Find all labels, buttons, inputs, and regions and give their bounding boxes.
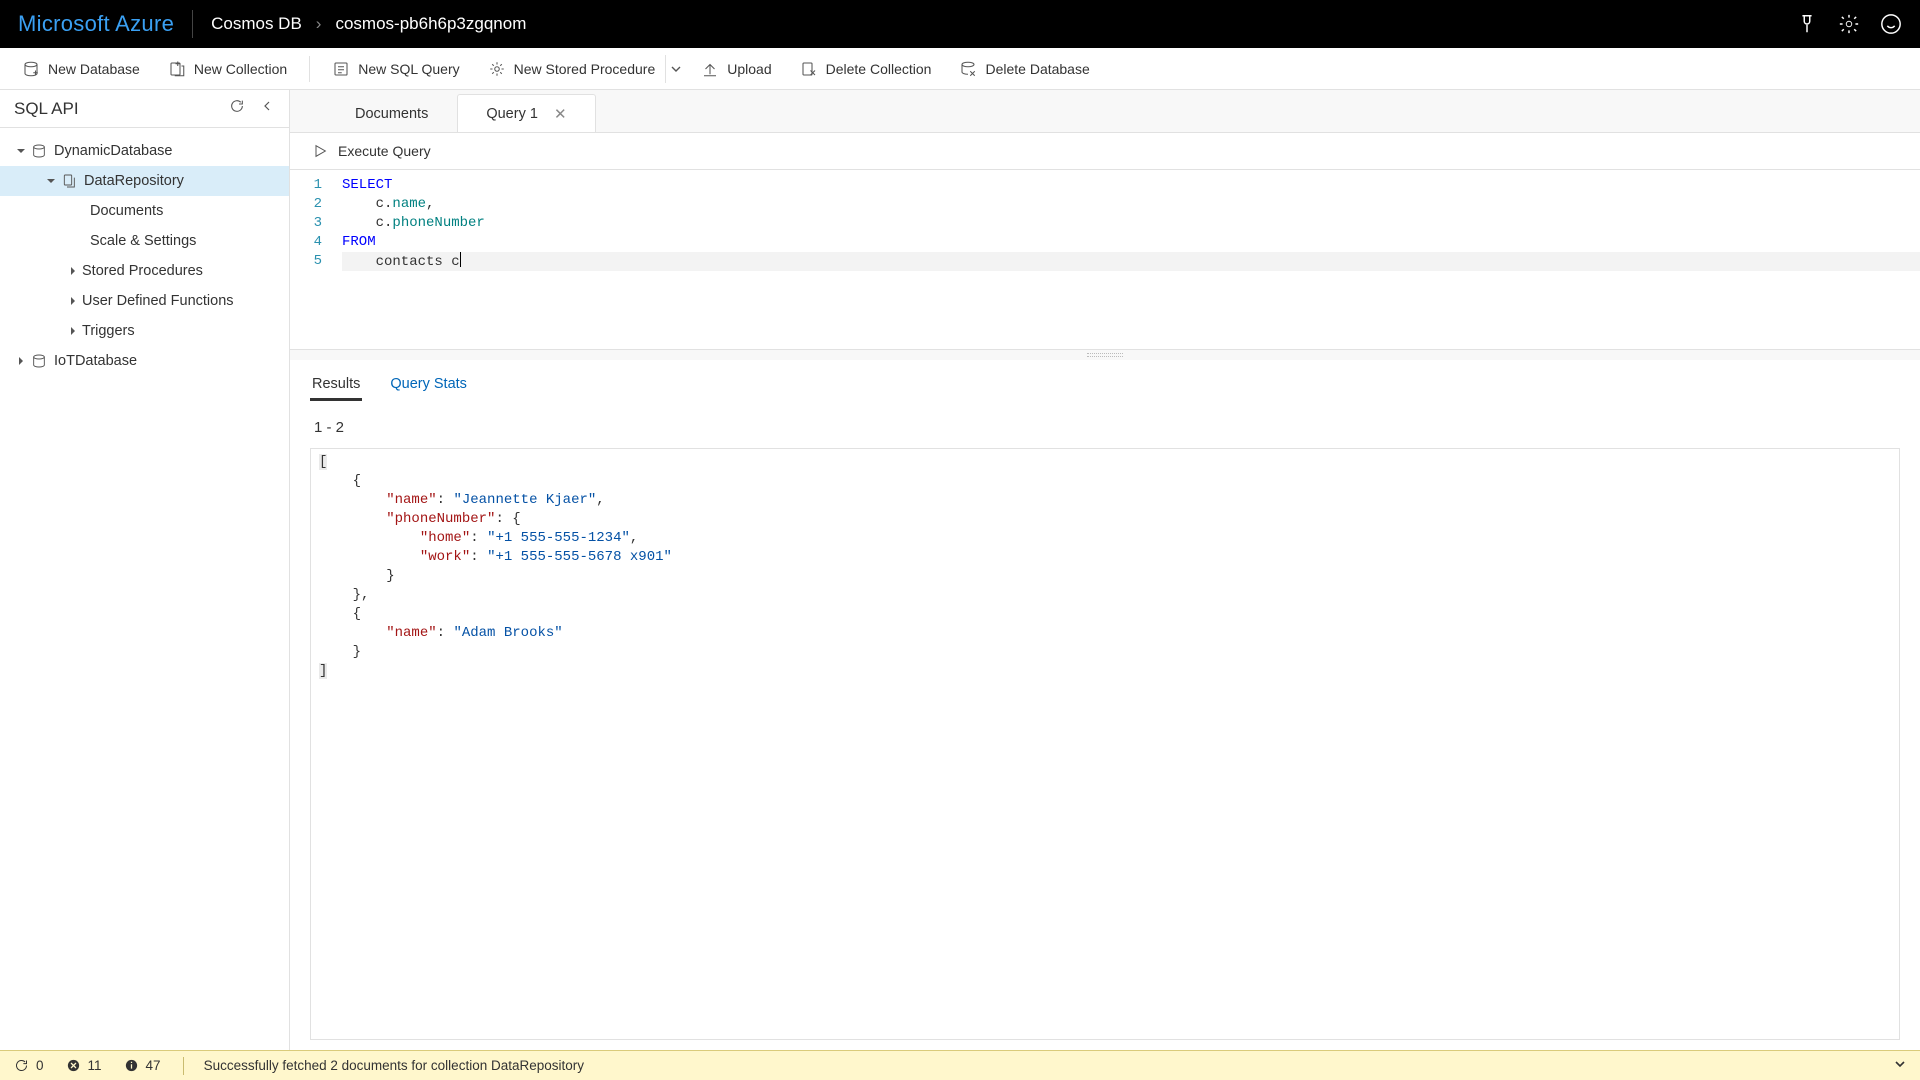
toolbar-separator — [309, 56, 310, 82]
tree-db-dynamic[interactable]: DynamicDatabase — [0, 136, 289, 166]
status-warnings-count: 47 — [146, 1058, 161, 1073]
tree-db-label: IoTDatabase — [54, 353, 137, 369]
upload-button[interactable]: Upload — [689, 54, 783, 84]
breadcrumb-service[interactable]: Cosmos DB — [211, 14, 302, 34]
text-cursor — [460, 252, 462, 267]
caret-down-icon[interactable] — [44, 174, 58, 188]
info-icon — [124, 1058, 139, 1073]
new-collection-button[interactable]: New Collection — [156, 54, 299, 84]
tree-db-label: DynamicDatabase — [54, 143, 172, 159]
sidebar-header: SQL API — [0, 90, 289, 128]
caret-right-icon[interactable] — [66, 324, 80, 338]
delete-collection-label: Delete Collection — [826, 61, 932, 77]
status-bar: 0 11 47 Successfully fetched 2 documents… — [0, 1050, 1920, 1080]
execute-query-label: Execute Query — [338, 143, 431, 159]
new-stored-procedure-button[interactable]: New Stored Procedure — [476, 54, 662, 84]
tree-db-iot[interactable]: IoTDatabase — [0, 346, 289, 376]
tree-leaf-label: Documents — [90, 203, 163, 219]
delete-database-button[interactable]: Delete Database — [947, 54, 1101, 84]
refresh-icon[interactable] — [229, 98, 245, 119]
tab-query1[interactable]: Query 1 ✕ — [457, 94, 595, 132]
results-count: 1 - 2 — [310, 401, 1900, 448]
tree-leaf-label: Scale & Settings — [90, 233, 196, 249]
results-panel: Results Query Stats 1 - 2 [ { "name": "J… — [290, 360, 1920, 1050]
horizontal-splitter[interactable] — [290, 350, 1920, 360]
chevron-right-icon: › — [316, 14, 322, 34]
delete-collection-button[interactable]: Delete Collection — [788, 54, 944, 84]
new-stored-procedure-label: New Stored Procedure — [514, 61, 656, 77]
database-icon — [30, 142, 48, 160]
new-sql-query-button[interactable]: New SQL Query — [320, 54, 471, 84]
status-message: Successfully fetched 2 documents for col… — [204, 1058, 584, 1073]
tree-leaf-label: Stored Procedures — [82, 263, 203, 279]
delete-database-label: Delete Database — [985, 61, 1089, 77]
results-tabs: Results Query Stats — [310, 360, 1900, 401]
tree-collection-label: DataRepository — [84, 173, 184, 189]
brand-label: Microsoft Azure — [18, 11, 174, 37]
results-json[interactable]: [ { "name": "Jeannette Kjaer", "phoneNum… — [310, 448, 1900, 1040]
code-content[interactable]: SELECT c.name, c.phoneNumber FROM contac… — [342, 176, 1920, 271]
caret-down-icon[interactable] — [14, 144, 28, 158]
play-icon — [312, 143, 328, 159]
tree-scale-settings[interactable]: Scale & Settings — [0, 226, 289, 256]
upload-label: Upload — [727, 61, 771, 77]
tab-label: Query 1 — [486, 106, 538, 122]
sidebar: SQL API DynamicDatabase DataRepository D… — [0, 90, 290, 1050]
new-sql-query-label: New SQL Query — [358, 61, 459, 77]
tab-results[interactable]: Results — [310, 370, 362, 401]
tree-documents[interactable]: Documents — [0, 196, 289, 226]
smile-icon[interactable] — [1880, 13, 1902, 35]
new-collection-label: New Collection — [194, 61, 287, 77]
topbar-divider — [192, 10, 193, 38]
tree-leaf-label: User Defined Functions — [82, 293, 234, 309]
status-errors-count: 11 — [88, 1058, 102, 1073]
database-icon — [30, 352, 48, 370]
tree-udf[interactable]: User Defined Functions — [0, 286, 289, 316]
status-sync[interactable]: 0 — [14, 1058, 44, 1073]
error-icon — [66, 1058, 81, 1073]
sidebar-title: SQL API — [14, 99, 79, 119]
query-toolbar: Execute Query — [290, 132, 1920, 170]
tab-query-stats[interactable]: Query Stats — [388, 370, 469, 401]
line-gutter: 12345 — [290, 176, 332, 271]
breadcrumb-resource[interactable]: cosmos-pb6h6p3zgqnom — [335, 14, 526, 34]
tab-label: Documents — [355, 106, 428, 122]
sql-editor[interactable]: 12345 SELECT c.name, c.phoneNumber FROM … — [290, 170, 1920, 350]
caret-right-icon[interactable] — [66, 294, 80, 308]
editor-tabs: Documents Query 1 ✕ — [290, 90, 1920, 132]
tree-collection-datarepository[interactable]: DataRepository — [0, 166, 289, 196]
collection-icon — [60, 172, 78, 190]
sync-icon — [14, 1058, 29, 1073]
toolbar: New Database New Collection New SQL Quer… — [0, 48, 1920, 90]
new-stored-procedure-dropdown[interactable] — [665, 55, 685, 83]
tree-triggers[interactable]: Triggers — [0, 316, 289, 346]
tab-documents[interactable]: Documents — [326, 94, 457, 132]
status-collapse-icon[interactable] — [1894, 1058, 1906, 1073]
new-database-label: New Database — [48, 61, 140, 77]
tree-stored-procedures[interactable]: Stored Procedures — [0, 256, 289, 286]
status-warnings[interactable]: 47 — [124, 1058, 161, 1073]
power-icon[interactable] — [1796, 13, 1818, 35]
collapse-icon[interactable] — [259, 98, 275, 119]
caret-right-icon[interactable] — [66, 264, 80, 278]
status-divider — [183, 1057, 184, 1075]
gear-icon[interactable] — [1838, 13, 1860, 35]
new-database-button[interactable]: New Database — [10, 54, 152, 84]
top-bar: Microsoft Azure Cosmos DB › cosmos-pb6h6… — [0, 0, 1920, 48]
main-panel: Documents Query 1 ✕ Execute Query 12345 … — [290, 90, 1920, 1050]
close-icon[interactable]: ✕ — [554, 105, 567, 123]
tree-leaf-label: Triggers — [82, 323, 135, 339]
execute-query-button[interactable]: Execute Query — [298, 137, 445, 165]
status-sync-count: 0 — [36, 1058, 44, 1073]
caret-right-icon[interactable] — [14, 354, 28, 368]
resource-tree: DynamicDatabase DataRepository Documents… — [0, 128, 289, 1050]
status-errors[interactable]: 11 — [66, 1058, 102, 1073]
